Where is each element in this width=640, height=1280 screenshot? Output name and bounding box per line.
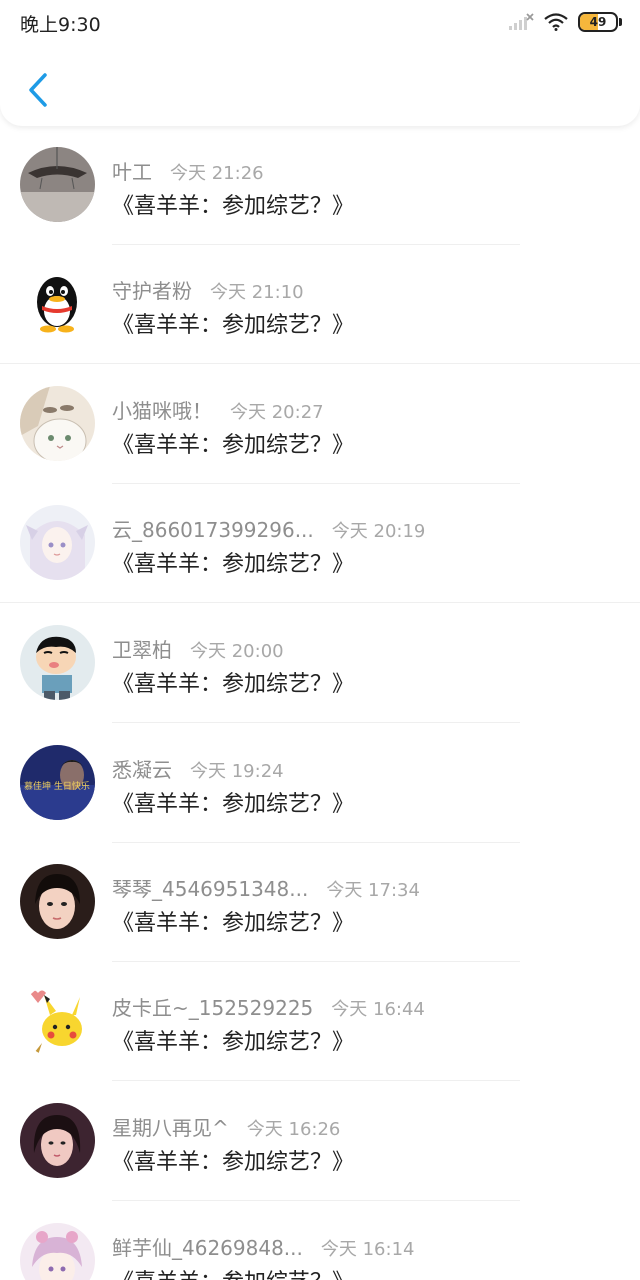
post-time: 今天 20:00 xyxy=(190,641,284,662)
item-meta: 小猫咪哦！ 今天 20:27 xyxy=(112,395,324,424)
list-item[interactable]: 卫翠柏 今天 20:00 《喜羊羊：参加综艺？》 xyxy=(0,604,640,724)
item-meta: 悉凝云 今天 19:24 xyxy=(112,754,284,783)
avatar xyxy=(20,505,95,580)
message-text: 《喜羊羊：参加综艺？》 xyxy=(112,313,355,338)
user-name: 叶工 xyxy=(112,160,152,184)
divider xyxy=(112,722,520,723)
post-time: 今天 16:44 xyxy=(331,999,425,1020)
post-time: 今天 16:14 xyxy=(320,1239,415,1260)
item-meta: 星期八再见^ 今天 16:26 xyxy=(112,1112,340,1141)
message-text: 《喜羊羊：参加综艺？》 xyxy=(112,672,355,697)
user-name: 悉凝云 xyxy=(112,758,172,782)
list-item[interactable]: 叶工 今天 21:26 《喜羊羊：参加综艺？》 xyxy=(0,126,640,246)
divider xyxy=(112,1080,520,1081)
avatar xyxy=(20,266,95,341)
wifi-icon xyxy=(544,13,568,31)
list-item[interactable]: 星期八再见^ 今天 16:26 《喜羊羊：参加综艺？》 xyxy=(0,1082,640,1202)
avatar xyxy=(20,147,95,222)
list-item[interactable]: 慕佳坤 生日快乐 悉凝云 今天 19:24 《喜羊羊：参加综艺？》 xyxy=(0,724,640,844)
list-item[interactable]: 云_866017399296... 今天 20:19 《喜羊羊：参加综艺？》 xyxy=(0,484,640,604)
post-time: 今天 17:34 xyxy=(326,880,420,901)
message-text: 《喜羊羊：参加综艺？》 xyxy=(112,1150,355,1175)
user-name: 琴琴_4546951348... xyxy=(112,877,309,901)
back-button[interactable] xyxy=(18,66,58,114)
list-item[interactable]: 琴琴_4546951348... 今天 17:34 《喜羊羊：参加综艺？》 xyxy=(0,843,640,963)
divider xyxy=(0,363,640,364)
post-time: 今天 21:26 xyxy=(170,163,264,184)
post-time: 今天 19:24 xyxy=(190,761,284,782)
avatar xyxy=(20,1103,95,1178)
status-time: 晚上9:30 xyxy=(20,14,101,36)
message-text: 《喜羊羊：参加综艺？》 xyxy=(112,194,355,219)
comment-list[interactable]: 叶工 今天 21:26 《喜羊羊：参加综艺？》 守护者粉 今天 21:10 《喜… xyxy=(0,126,640,1280)
avatar xyxy=(20,625,95,700)
status-bar: 晚上9:30 49 xyxy=(0,0,640,44)
user-name: 守护者粉 xyxy=(112,279,192,303)
divider xyxy=(0,602,640,603)
status-icons: 49 xyxy=(508,11,622,33)
avatar-caption: 慕佳坤 生日快乐 xyxy=(24,780,90,792)
list-item[interactable]: 守护者粉 今天 21:10 《喜羊羊：参加综艺？》 xyxy=(0,245,640,365)
avatar: 慕佳坤 生日快乐 xyxy=(20,745,95,820)
user-name: 云_866017399296... xyxy=(112,518,314,542)
list-item[interactable]: 皮卡丘~_152529225 今天 16:44 《喜羊羊：参加综艺？》 xyxy=(0,962,640,1082)
user-name: 皮卡丘~_152529225 xyxy=(112,996,314,1020)
item-meta: 叶工 今天 21:26 xyxy=(112,156,264,185)
post-time: 今天 21:10 xyxy=(210,282,304,303)
chevron-left-icon xyxy=(29,73,47,107)
list-item[interactable]: 小猫咪哦！ 今天 20:27 《喜羊羊：参加综艺？》 xyxy=(0,365,640,485)
item-meta: 鲜芋仙_46269848... 今天 16:14 xyxy=(112,1232,414,1261)
item-meta: 皮卡丘~_152529225 今天 16:44 xyxy=(112,992,425,1021)
user-name: 星期八再见^ xyxy=(112,1116,229,1140)
avatar xyxy=(20,386,95,461)
item-meta: 守护者粉 今天 21:10 xyxy=(112,275,304,304)
post-time: 今天 20:19 xyxy=(331,521,426,542)
user-name: 卫翠柏 xyxy=(112,638,172,662)
message-text: 《喜羊羊：参加综艺？》 xyxy=(112,911,355,936)
message-text: 《喜羊羊：参加综艺？》 xyxy=(112,792,355,817)
battery-indicator: 49 xyxy=(578,12,618,32)
message-text: 《喜羊羊：参加综艺？》 xyxy=(112,1030,355,1055)
item-meta: 琴琴_4546951348... 今天 17:34 xyxy=(112,873,420,902)
divider xyxy=(112,1200,520,1201)
avatar xyxy=(20,1223,95,1280)
message-text: 《喜羊羊：参加综艺？》 xyxy=(112,1264,354,1280)
avatar xyxy=(20,983,95,1058)
message-text: 《喜羊羊：参加综艺？》 xyxy=(112,552,355,577)
post-time: 今天 16:26 xyxy=(246,1119,341,1140)
avatar xyxy=(20,864,95,939)
item-meta: 云_866017399296... 今天 20:19 xyxy=(112,514,425,543)
message-text: 《喜羊羊：参加综艺？》 xyxy=(112,433,355,458)
list-item[interactable]: 鲜芋仙_46269848... 今天 16:14 《喜羊羊：参加综艺？》 xyxy=(0,1202,640,1280)
user-name: 小猫咪哦！ xyxy=(112,399,212,423)
signal-off-icon xyxy=(509,13,534,30)
post-time: 今天 20:27 xyxy=(230,402,324,423)
user-name: 鲜芋仙_46269848... xyxy=(112,1236,303,1260)
battery-level: 49 xyxy=(589,15,607,29)
item-meta: 卫翠柏 今天 20:00 xyxy=(112,634,284,663)
